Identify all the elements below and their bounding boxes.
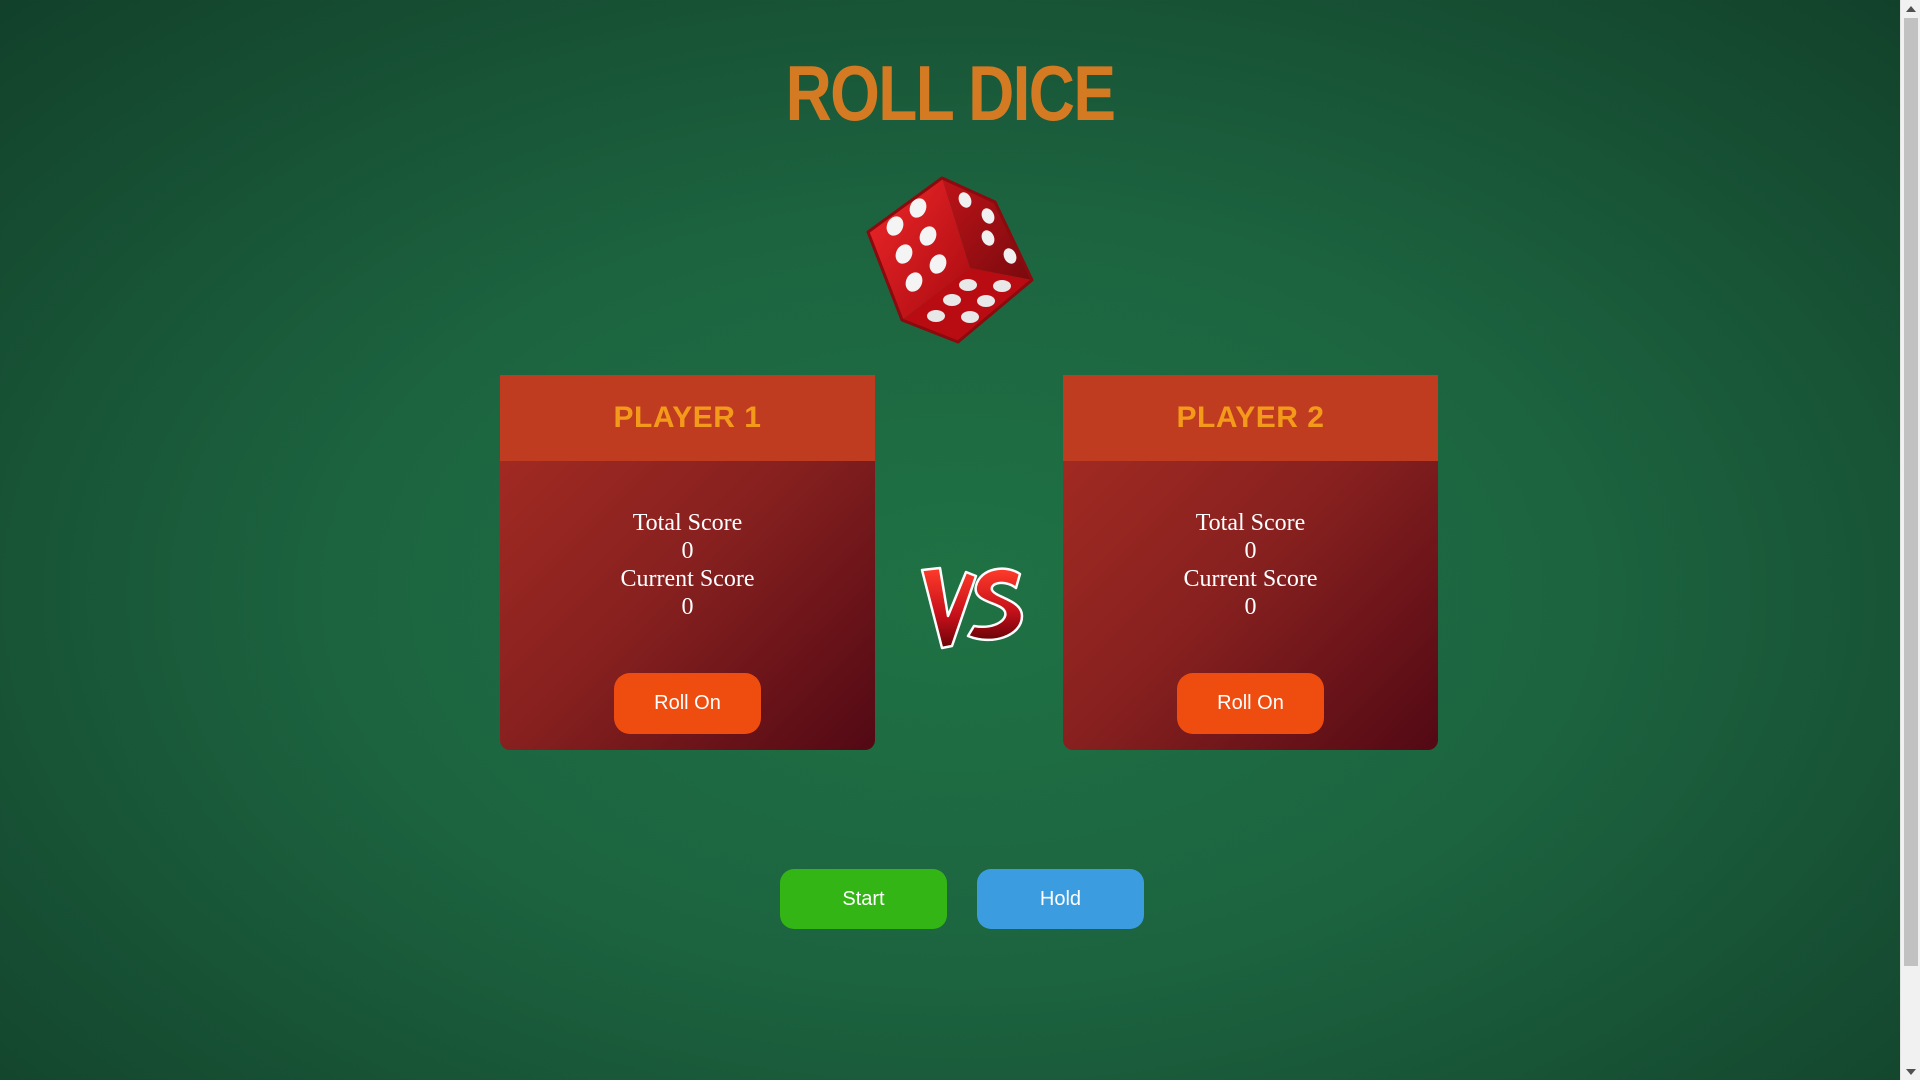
hold-button[interactable]: Hold bbox=[977, 869, 1144, 929]
player-2-body: Total Score 0 Current Score 0 Roll On bbox=[1063, 461, 1438, 750]
vs-icon bbox=[920, 566, 1024, 650]
player-2-name: PLAYER 2 bbox=[1063, 375, 1438, 461]
player-2-current-value: 0 bbox=[1244, 594, 1257, 620]
player-1-body: Total Score 0 Current Score 0 Roll On bbox=[500, 461, 875, 750]
game-title: ROLL DICE bbox=[785, 49, 1116, 137]
dice-icon[interactable] bbox=[860, 170, 1040, 350]
player-2-roll-button[interactable]: Roll On bbox=[1177, 673, 1324, 734]
player-2-current-label: Current Score bbox=[1183, 566, 1318, 592]
vertical-scrollbar[interactable] bbox=[1900, 0, 1920, 1080]
scrollbar-thumb[interactable] bbox=[1904, 18, 1918, 966]
scroll-up-icon[interactable] bbox=[1901, 0, 1920, 17]
player-2-scores: Total Score 0 Current Score 0 bbox=[1063, 509, 1438, 621]
player-1-total-label: Total Score bbox=[632, 510, 743, 536]
scroll-down-icon[interactable] bbox=[1901, 1063, 1920, 1080]
player-1-name: PLAYER 1 bbox=[500, 375, 875, 461]
player-2-card: PLAYER 2 Total Score 0 Current Score 0 R… bbox=[1063, 375, 1438, 750]
player-1-scores: Total Score 0 Current Score 0 bbox=[500, 509, 875, 621]
player-1-card: PLAYER 1 Total Score 0 Current Score 0 R… bbox=[500, 375, 875, 750]
player-1-current-label: Current Score bbox=[620, 566, 755, 592]
player-1-current-value: 0 bbox=[681, 594, 694, 620]
player-1-total-value: 0 bbox=[681, 538, 694, 564]
player-2-total-value: 0 bbox=[1244, 538, 1257, 564]
start-button[interactable]: Start bbox=[780, 869, 947, 929]
player-2-total-label: Total Score bbox=[1195, 510, 1306, 536]
player-1-roll-button[interactable]: Roll On bbox=[614, 673, 761, 734]
